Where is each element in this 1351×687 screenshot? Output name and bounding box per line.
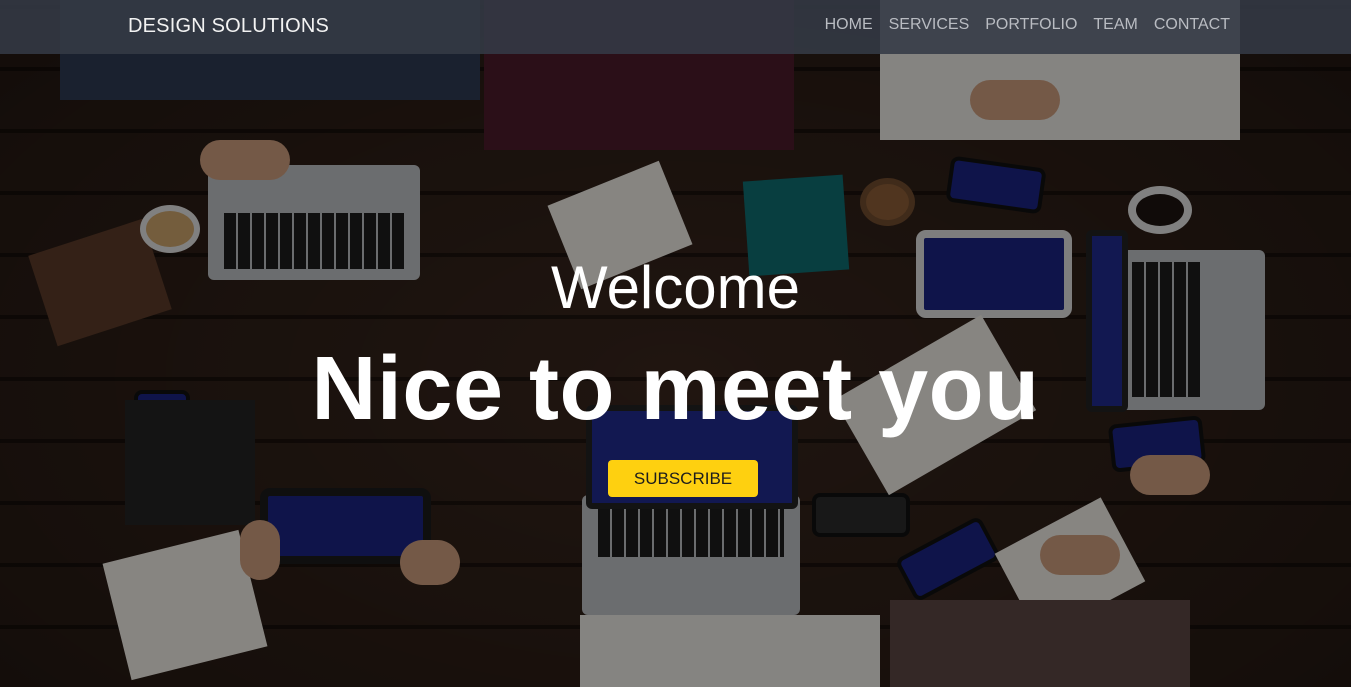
nav-links: HOME SERVICES PORTFOLIO TEAM CONTACT [825,16,1230,34]
navbar: DESIGN SOLUTIONS HOME SERVICES PORTFOLIO… [0,0,1351,54]
nav-link-services[interactable]: SERVICES [889,16,970,33]
nav-link-contact[interactable]: CONTACT [1154,16,1230,33]
hero-welcome-text: Welcome [551,254,800,321]
hero-headline: Nice to meet you [311,339,1040,439]
subscribe-button[interactable]: SUBSCRIBE [608,460,758,497]
nav-link-portfolio[interactable]: PORTFOLIO [985,16,1077,33]
hero-section: DESIGN SOLUTIONS HOME SERVICES PORTFOLIO… [0,0,1351,687]
hero-content: Welcome Nice to meet you SUBSCRIBE [0,0,1351,687]
nav-link-team[interactable]: TEAM [1093,16,1137,33]
nav-link-home[interactable]: HOME [825,16,873,33]
brand-logo-link[interactable]: DESIGN SOLUTIONS [128,15,329,38]
